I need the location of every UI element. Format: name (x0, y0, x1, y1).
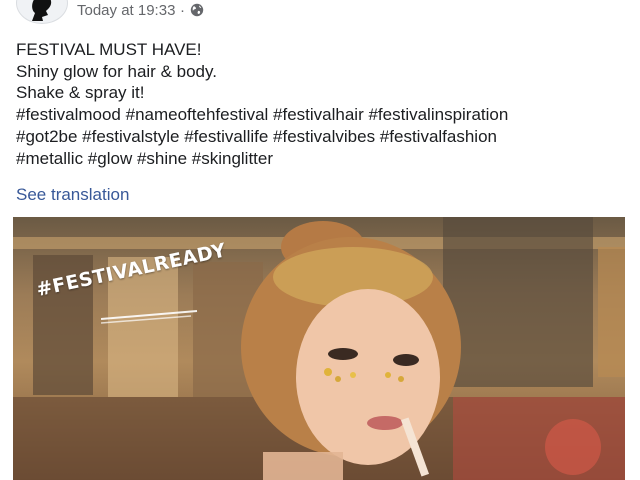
post-line: FESTIVAL MUST HAVE! (16, 40, 202, 59)
post-header: Today at 19:33 · (0, 0, 640, 26)
post-text: FESTIVAL MUST HAVE! Shiny glow for hair … (16, 39, 616, 169)
post-line: Shiny glow for hair & body. (16, 61, 217, 81)
photo-scene (13, 217, 625, 480)
silhouette-icon (32, 0, 52, 21)
hashtag-line[interactable]: #festivalmood #nameoftehfestival #festiv… (16, 104, 616, 126)
post-photo[interactable]: #FESTIVALREADY (13, 217, 625, 480)
globe-icon[interactable] (190, 3, 204, 22)
post-line: Shake & spray it! (16, 83, 145, 103)
see-translation-link[interactable]: See translation (16, 185, 129, 205)
post-timestamp[interactable]: Today at 19:33 (77, 2, 175, 19)
hashtag-line[interactable]: #got2be #festivalstyle #festivallife #fe… (16, 126, 616, 148)
hashtag-line[interactable]: #metallic #glow #shine #skinglitter (16, 148, 616, 170)
avatar[interactable] (16, 0, 68, 24)
separator-dot: · (180, 2, 185, 19)
overlay-underline-icon (101, 310, 198, 324)
